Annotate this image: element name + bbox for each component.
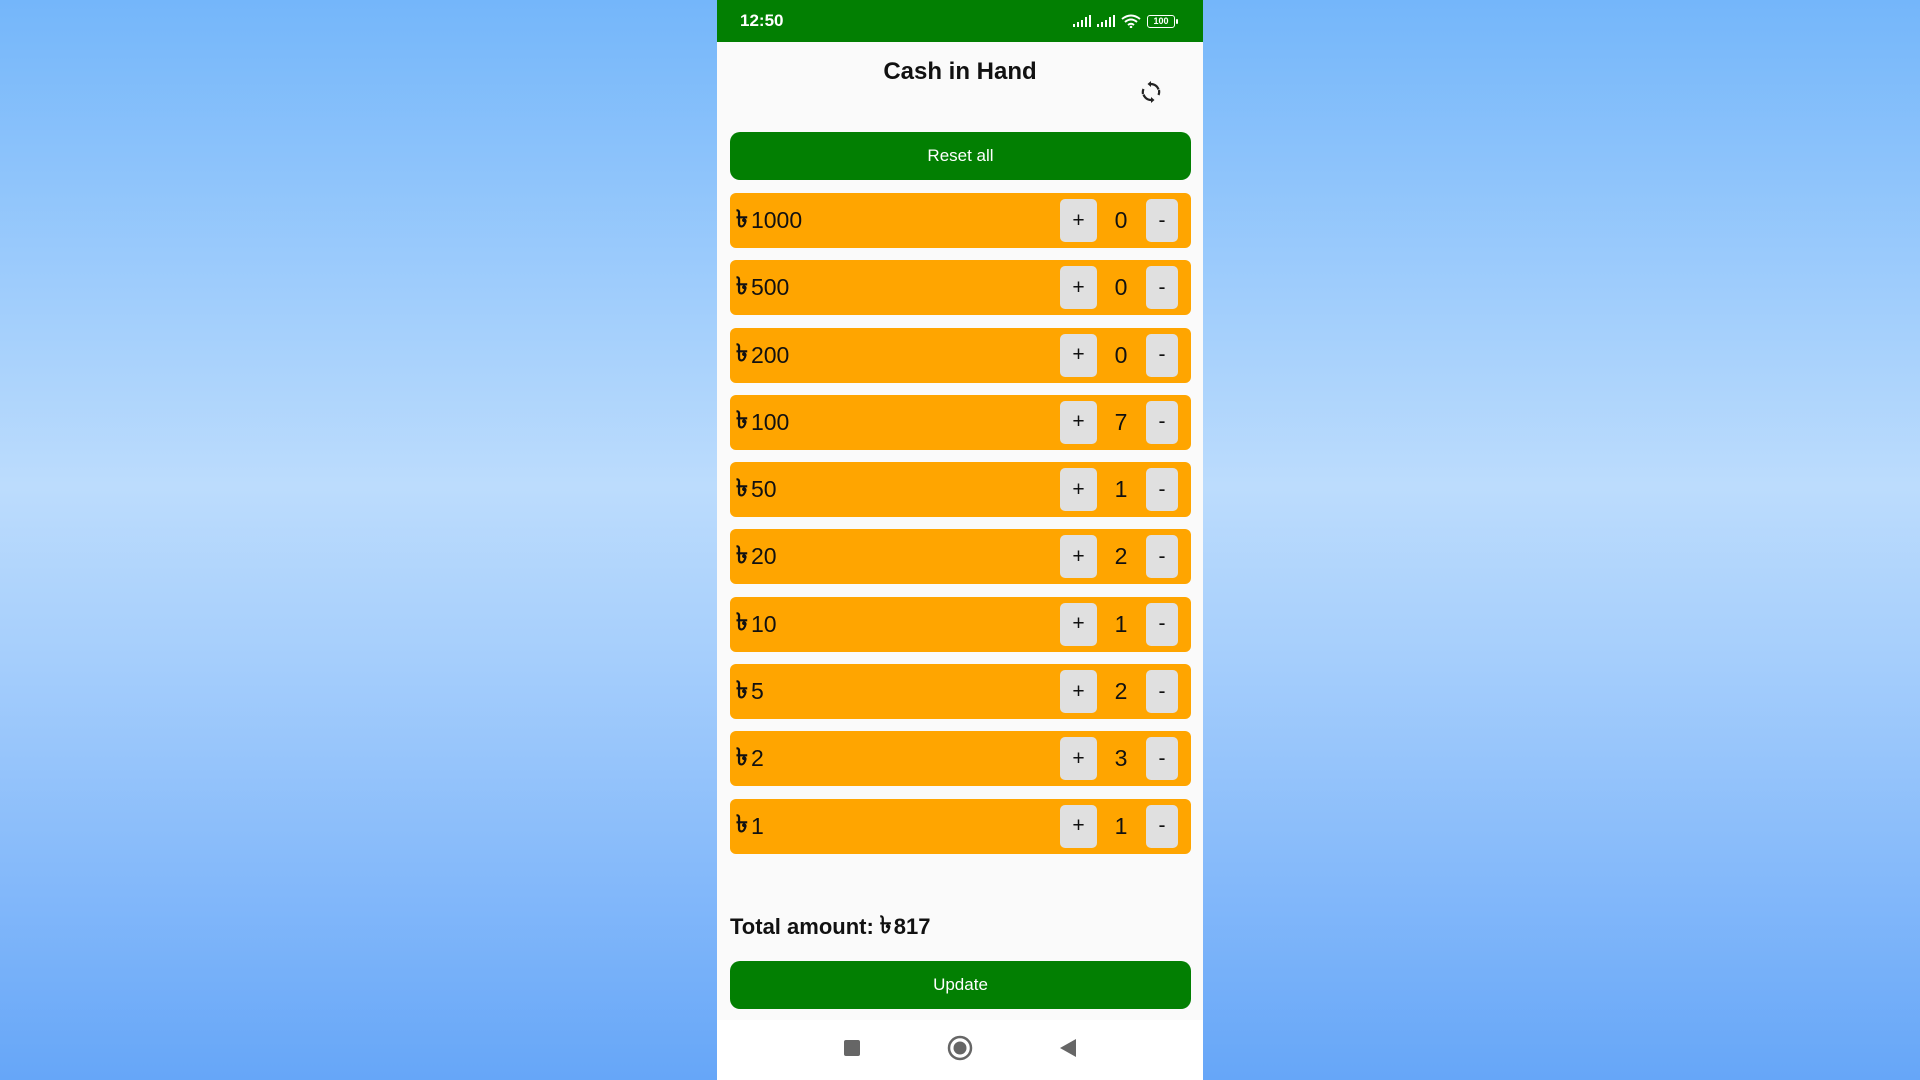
home-button[interactable] — [946, 1035, 974, 1066]
denomination-row: ৳ 10 +1- — [730, 596, 1191, 652]
increment-button[interactable]: + — [1060, 400, 1097, 444]
status-time: 12:50 — [740, 11, 784, 30]
update-button[interactable]: Update — [730, 961, 1191, 1009]
denomination-list: ৳ 1000 +0- ৳ 500 +0- ৳ 200 +0- ৳ 100 +7- ৳ 50 +1- ৳ 20 +2… — [730, 193, 1191, 866]
denomination-label: ৳ 1000 — [736, 201, 802, 241]
increment-button[interactable]: + — [1060, 468, 1097, 512]
increment-button[interactable]: + — [1060, 333, 1097, 377]
home-icon — [947, 1035, 973, 1066]
battery-icon: 100 — [1147, 14, 1178, 28]
total-amount: Total amount: ৳ 817 — [730, 907, 930, 947]
denomination-count: 1 — [1114, 610, 1128, 637]
refresh-icon — [1139, 80, 1163, 109]
denomination-value: 50 — [750, 476, 777, 503]
currency-symbol: ৳ — [736, 609, 748, 637]
wifi-icon — [1121, 14, 1141, 28]
recents-icon — [843, 1039, 861, 1062]
total-label: Total amount: — [730, 914, 874, 939]
increment-button[interactable]: + — [1060, 602, 1097, 646]
back-button[interactable] — [1054, 1036, 1082, 1064]
denomination-row: ৳ 100 +7- — [730, 394, 1191, 450]
denomination-count: 7 — [1114, 408, 1128, 435]
denomination-value: 100 — [750, 408, 790, 435]
increment-button[interactable]: + — [1060, 535, 1097, 579]
decrement-button[interactable]: - — [1146, 535, 1178, 579]
denomination-value: 2 — [750, 745, 764, 772]
denomination-count: 1 — [1114, 476, 1128, 503]
denomination-label: ৳ 1 — [736, 806, 764, 846]
signal-icon — [1073, 15, 1091, 27]
decrement-button[interactable]: - — [1146, 266, 1178, 310]
recents-button[interactable] — [838, 1036, 866, 1064]
decrement-button[interactable]: - — [1146, 400, 1178, 444]
denomination-row: ৳ 200 +0- — [730, 327, 1191, 383]
denomination-row: ৳ 50 +1- — [730, 462, 1191, 518]
denomination-label: ৳ 100 — [736, 402, 789, 442]
decrement-button[interactable]: - — [1146, 670, 1178, 714]
denomination-row: ৳ 20 +2- — [730, 529, 1191, 585]
denomination-value: 1 — [750, 812, 764, 839]
denomination-label: ৳ 2 — [736, 739, 764, 779]
denomination-row: ৳ 5 +2- — [730, 664, 1191, 720]
status-bar: 12:50 100 — [717, 0, 1203, 42]
currency-symbol: ৳ — [879, 912, 892, 939]
increment-button[interactable]: + — [1060, 670, 1097, 714]
phone-screen: 12:50 100 Cash in Hand Reset all ৳ 1000 … — [717, 0, 1203, 1080]
currency-symbol: ৳ — [736, 407, 748, 435]
denomination-row: ৳ 500 +0- — [730, 260, 1191, 316]
denomination-count: 3 — [1114, 745, 1128, 772]
page-title: Cash in Hand — [883, 58, 1037, 85]
denomination-value: 10 — [750, 610, 777, 637]
denomination-value: 200 — [750, 341, 790, 368]
decrement-button[interactable]: - — [1146, 199, 1178, 242]
denomination-count: 2 — [1114, 543, 1128, 570]
increment-button[interactable]: + — [1060, 737, 1097, 781]
denomination-row: ৳ 1 +1- — [730, 798, 1191, 854]
refresh-button[interactable] — [1137, 80, 1165, 108]
currency-symbol: ৳ — [736, 340, 748, 368]
decrement-button[interactable]: - — [1146, 602, 1178, 646]
signal-icon — [1097, 15, 1115, 27]
denomination-value: 20 — [750, 543, 777, 570]
status-icons: 100 — [1073, 14, 1178, 28]
increment-button[interactable]: + — [1060, 266, 1097, 310]
denomination-row: ৳ 1000 +0- — [730, 193, 1191, 248]
total-value: 817 — [893, 914, 931, 939]
reset-all-button[interactable]: Reset all — [730, 132, 1191, 180]
decrement-button[interactable]: - — [1146, 468, 1178, 512]
denomination-label: ৳ 50 — [736, 470, 777, 510]
denomination-count: 0 — [1114, 207, 1128, 233]
currency-symbol: ৳ — [736, 541, 748, 569]
decrement-button[interactable]: - — [1146, 737, 1178, 781]
header: Cash in Hand — [717, 42, 1203, 132]
increment-button[interactable]: + — [1060, 199, 1097, 242]
denomination-value: 500 — [750, 274, 790, 301]
denomination-count: 1 — [1114, 812, 1128, 839]
denomination-label: ৳ 10 — [736, 604, 777, 644]
back-icon — [1058, 1038, 1078, 1063]
denomination-label: ৳ 200 — [736, 335, 789, 375]
decrement-button[interactable]: - — [1146, 804, 1178, 848]
denomination-label: ৳ 5 — [736, 672, 764, 712]
denomination-row: ৳ 2 +3- — [730, 731, 1191, 787]
currency-symbol: ৳ — [736, 205, 748, 233]
navigation-bar — [717, 1020, 1203, 1080]
denomination-value: 1000 — [750, 207, 803, 233]
currency-symbol: ৳ — [736, 272, 748, 300]
currency-symbol: ৳ — [736, 811, 748, 839]
denomination-count: 0 — [1114, 341, 1128, 368]
denomination-count: 2 — [1114, 678, 1128, 705]
denomination-label: ৳ 20 — [736, 537, 777, 577]
denomination-count: 0 — [1114, 274, 1128, 301]
currency-symbol: ৳ — [736, 743, 748, 771]
decrement-button[interactable]: - — [1146, 333, 1178, 377]
denomination-label: ৳ 500 — [736, 268, 789, 308]
denomination-value: 5 — [750, 678, 764, 705]
currency-symbol: ৳ — [736, 474, 748, 502]
increment-button[interactable]: + — [1060, 804, 1097, 848]
currency-symbol: ৳ — [736, 676, 748, 704]
